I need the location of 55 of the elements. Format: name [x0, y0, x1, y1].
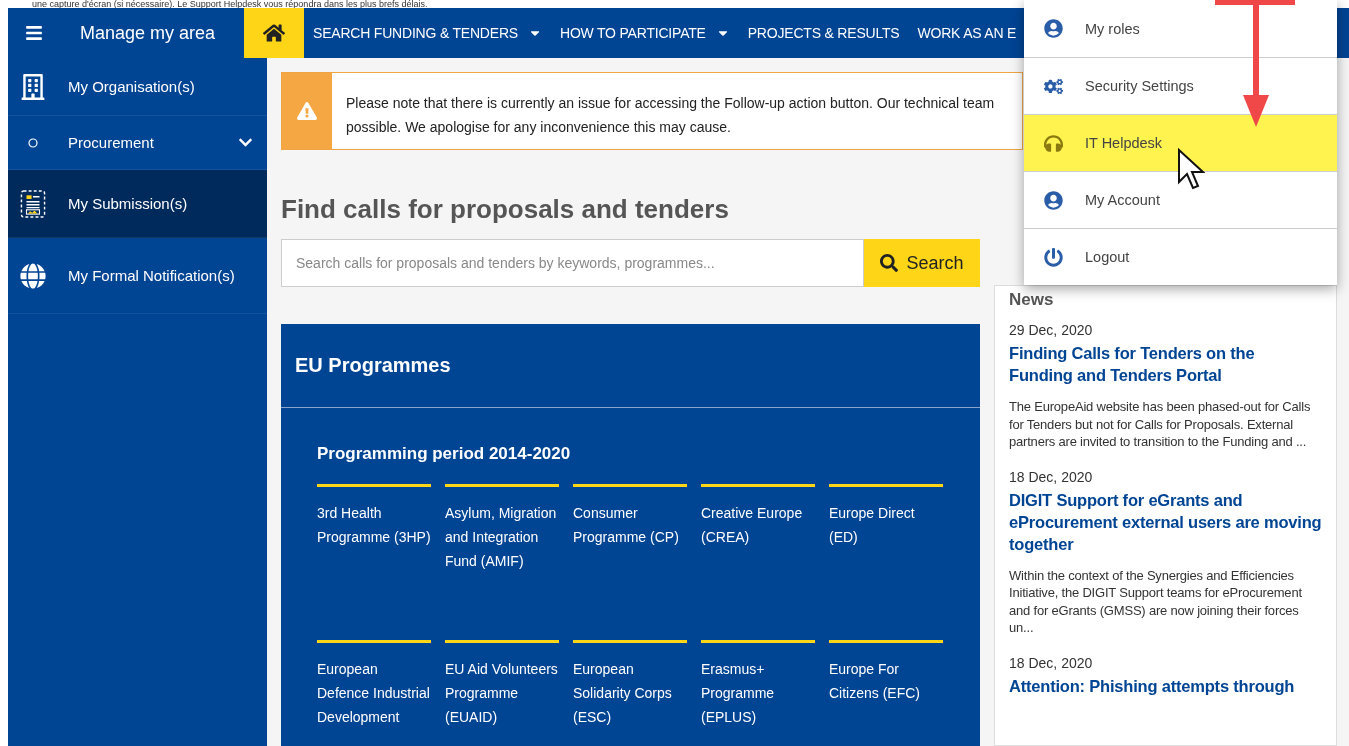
- page-heading: Find calls for proposals and tenders: [281, 194, 730, 225]
- nav-link[interactable]: PROJECTS & RESULTS: [738, 25, 909, 41]
- gears-icon: [1044, 76, 1063, 96]
- header-title: Manage my area: [79, 22, 217, 44]
- menu-item[interactable]: My roles: [1024, 0, 1337, 57]
- programme-link[interactable]: European Solidarity Corps (ESC): [573, 640, 687, 746]
- nav-link[interactable]: SEARCH FUNDING & TENDERS: [304, 25, 551, 41]
- home-icon: [263, 22, 285, 44]
- sidebar-label: Procurement: [68, 134, 155, 151]
- news-date: 18 Dec, 2020: [1009, 654, 1094, 671]
- news-summary: The EuropeAid website has been phased-out for Calls for Tenders but not for Calls for Proposals. External partners are invited to transition to the Funding and ...: [1009, 398, 1312, 451]
- menu-item[interactable]: My Account: [1024, 171, 1337, 228]
- alert-text: Please note that there is currently an issue for accessing the Follow-up action button. Our technical team: [346, 94, 995, 113]
- sidebar-label: My Organisation(s): [68, 78, 196, 95]
- news-date: 18 Dec, 2020: [1009, 468, 1094, 485]
- search-field[interactable]: Search calls for proposals and tenders by keywords, programmes...: [281, 239, 864, 287]
- nav-link[interactable]: HOW TO PARTICIPATE: [550, 25, 739, 41]
- programme-link[interactable]: Consumer Programme (CP): [573, 484, 687, 618]
- news-headline-link[interactable]: Attention: Phishing attempts through: [1009, 674, 1322, 697]
- home-button[interactable]: [244, 8, 304, 58]
- sidebar-label: My Formal Notification(s): [68, 267, 236, 284]
- programme-link[interactable]: Asylum, Migration and Integration Fund (AMIF): [445, 484, 559, 618]
- user-icon: [1044, 19, 1063, 38]
- globe-icon: [20, 262, 46, 289]
- programme-link[interactable]: Erasmus+ Programme (EPLUS): [701, 640, 815, 746]
- sidebar-item[interactable]: My Submission(s): [8, 170, 267, 238]
- news-summary: Within the context of the Synergies and Efficiencies Initiative, the DIGIT Support teams for eProcurement and for eGrants (GMSS) are now joining their forces un...: [1009, 566, 1303, 637]
- building-icon: [20, 73, 46, 100]
- nav-link[interactable]: WORK AS AN E: [908, 25, 1026, 41]
- news-headline-link[interactable]: DIGIT Support for eGrants and eProcurement external users are moving together: [1009, 488, 1322, 555]
- programme-link[interactable]: EU Aid Volunteers Programme (EUAID): [445, 640, 559, 746]
- news-title: News: [1009, 290, 1055, 310]
- sidebar-label: My Submission(s): [68, 195, 189, 212]
- news-headline-link[interactable]: Finding Calls for Tenders on the Funding and Tenders Portal: [1009, 342, 1322, 386]
- mouse-cursor-icon: [1177, 148, 1205, 190]
- programme-link[interactable]: Creative Europe (CREA): [701, 484, 815, 618]
- cut-off-note-text: une capture d'écran (si nécessaire). Le Support Helpdesk vous répondra dans les plus brefs délais.: [31, 0, 429, 8]
- period-heading: Programming period 2014-2020: [316, 443, 572, 465]
- menu-item[interactable]: Security Settings: [1024, 57, 1337, 114]
- user-icon: [1044, 190, 1063, 210]
- news-date: 29 Dec, 2020: [1009, 322, 1094, 338]
- power-icon: [1044, 247, 1063, 267]
- search-icon: [880, 254, 899, 272]
- alert-text: possible. We apologise for any inconvenience this may cause.: [346, 118, 732, 137]
- menu-item[interactable]: IT Helpdesk: [1024, 114, 1337, 171]
- headset-icon: [1044, 133, 1063, 153]
- sidebar-item[interactable]: My Organisation(s): [8, 58, 267, 116]
- programme-link[interactable]: 3rd Health Programme (3HP): [317, 484, 431, 618]
- panel-title: EU Programmes: [281, 324, 980, 408]
- programme-link[interactable]: Europe Direct (ED): [829, 484, 943, 618]
- programme-link[interactable]: European Defence Industrial Development: [317, 640, 431, 746]
- menu-item[interactable]: Logout: [1024, 228, 1337, 285]
- search-button[interactable]: Search: [864, 239, 980, 287]
- programme-link[interactable]: Europe For Citizens (EFC): [829, 640, 943, 746]
- menu-icon: [25, 24, 43, 42]
